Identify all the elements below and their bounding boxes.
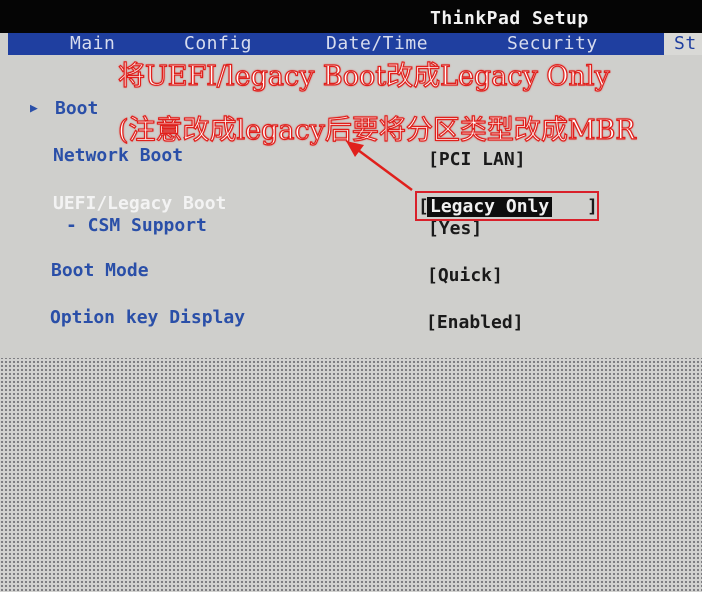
bios-screen: ThinkPad Setup Main Config Date/Time Sec… — [0, 0, 702, 358]
annotation-line-1: 将UEFI/legacy Boot改成Legacy Only — [117, 60, 610, 92]
annotation-line-2: (注意改成legacy后要将分区类型改成MBR — [117, 114, 636, 146]
